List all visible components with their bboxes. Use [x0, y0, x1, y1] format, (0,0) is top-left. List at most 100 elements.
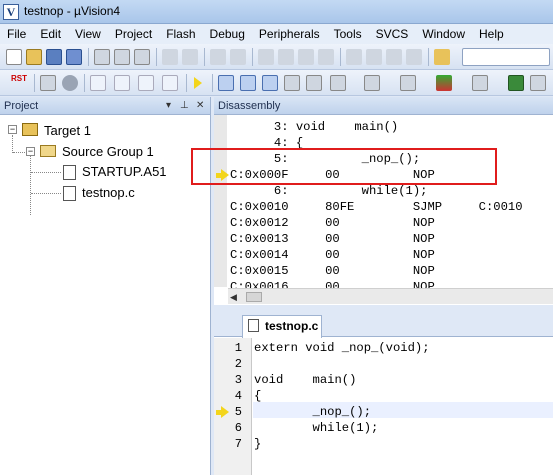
code-line[interactable]: {: [254, 388, 261, 404]
title-bar: V testnop - µVision4: [0, 0, 553, 24]
step-out-icon[interactable]: [138, 75, 154, 91]
registers-window-icon[interactable]: [284, 75, 300, 91]
save-all-icon[interactable]: [66, 49, 82, 65]
collapse-group-icon[interactable]: −: [26, 147, 35, 156]
nav-forward-icon[interactable]: [230, 49, 246, 65]
system-viewer-icon[interactable]: [508, 75, 524, 91]
disassembly-line[interactable]: 6: while(1);: [230, 183, 428, 199]
reset-icon[interactable]: RST: [8, 75, 30, 91]
disassembly-line[interactable]: C:0x0013 00 NOP: [230, 231, 435, 247]
find-in-files-icon[interactable]: [434, 49, 450, 65]
close-icon[interactable]: ✕: [196, 97, 204, 115]
menu-project[interactable]: Project: [108, 24, 159, 44]
clear-bookmarks-icon[interactable]: [318, 49, 334, 65]
editor-pane: testnop.c 1 extern void _nop_(void); 2 3 voi…: [214, 311, 553, 475]
logic-analyzer-icon[interactable]: [436, 75, 452, 91]
disassembly-pane-header: Disassembly: [214, 97, 553, 115]
nav-back-icon[interactable]: [210, 49, 226, 65]
debug-toolbar: RST: [0, 70, 553, 96]
line-number: 2: [234, 357, 242, 371]
find-combo[interactable]: [462, 48, 550, 66]
step-over-icon[interactable]: [114, 75, 130, 91]
show-next-statement-icon[interactable]: [194, 77, 202, 89]
menu-window[interactable]: Window: [415, 24, 472, 44]
prev-bookmark-icon[interactable]: [278, 49, 294, 65]
stop-icon[interactable]: [62, 75, 78, 91]
toolbox-icon[interactable]: [530, 75, 546, 91]
reset-label: RST: [11, 74, 27, 83]
disassembly-title: Disassembly: [218, 100, 281, 112]
copy-icon[interactable]: [114, 49, 130, 65]
symbols-window-icon[interactable]: [262, 75, 278, 91]
asm-file-icon: [63, 165, 76, 180]
tab-testnop-c[interactable]: testnop.c: [242, 315, 322, 338]
step-icon[interactable]: [90, 75, 106, 91]
next-bookmark-icon[interactable]: [298, 49, 314, 65]
line-number: 6: [234, 421, 242, 435]
disassembly-line[interactable]: C:0x0015 00 NOP: [230, 263, 435, 279]
pin-icon[interactable]: ⊥: [180, 97, 189, 115]
line-number: 5: [234, 405, 242, 419]
new-file-icon[interactable]: [6, 49, 22, 65]
code-line[interactable]: void main(): [254, 372, 356, 388]
command-window-icon[interactable]: [218, 75, 234, 91]
c-file-icon: [248, 319, 259, 332]
editor-tab-bar: testnop.c: [214, 311, 553, 338]
menu-view[interactable]: View: [68, 24, 108, 44]
uncomment-icon[interactable]: [406, 49, 422, 65]
project-pane-header: Project ▾ ⊥ ✕: [0, 97, 210, 115]
disassembly-line[interactable]: C:0x0012 00 NOP: [230, 215, 435, 231]
disassembly-line[interactable]: C:0x0010 80FE SJMP C:0010: [230, 199, 523, 215]
watch-window-icon[interactable]: [330, 75, 346, 91]
run-icon[interactable]: [40, 75, 56, 91]
line-number: 3: [234, 373, 242, 387]
run-to-cursor-icon[interactable]: [162, 75, 178, 91]
undo-icon[interactable]: [162, 49, 178, 65]
comment-icon[interactable]: [386, 49, 402, 65]
trace-window-icon[interactable]: [472, 75, 488, 91]
code-line[interactable]: while(1);: [254, 420, 379, 436]
tab-label: testnop.c: [265, 319, 319, 333]
bookmark-icon[interactable]: [258, 49, 274, 65]
menu-svcs[interactable]: SVCS: [369, 24, 416, 44]
horizontal-scrollbar[interactable]: ◀: [228, 288, 553, 304]
menu-edit[interactable]: Edit: [33, 24, 68, 44]
disassembly-line[interactable]: C:0x0014 00 NOP: [230, 247, 435, 263]
cut-icon[interactable]: [94, 49, 110, 65]
save-icon[interactable]: [46, 49, 62, 65]
open-folder-icon[interactable]: [26, 49, 42, 65]
serial-window-icon[interactable]: [400, 75, 416, 91]
pane-menu-icon[interactable]: ▾: [166, 97, 171, 115]
tree-item-file[interactable]: STARTUP.A51: [82, 162, 167, 182]
tree-item-file[interactable]: testnop.c: [82, 183, 135, 203]
code-line[interactable]: }: [254, 436, 261, 452]
redo-icon[interactable]: [182, 49, 198, 65]
collapse-target-icon[interactable]: −: [8, 125, 17, 134]
menu-peripherals[interactable]: Peripherals: [252, 24, 327, 44]
menu-debug[interactable]: Debug: [203, 24, 252, 44]
menu-flash[interactable]: Flash: [159, 24, 202, 44]
app-icon: V: [3, 4, 19, 20]
c-file-icon: [63, 186, 76, 201]
scroll-thumb[interactable]: [246, 292, 262, 302]
menu-file[interactable]: File: [0, 24, 33, 44]
tree-item-source-group[interactable]: Source Group 1: [62, 142, 154, 162]
disassembly-line[interactable]: 3: void main(): [230, 119, 398, 135]
disassembly-window-icon[interactable]: [240, 75, 256, 91]
paste-icon[interactable]: [134, 49, 150, 65]
scroll-left-icon[interactable]: ◀: [230, 292, 237, 303]
memory-window-icon[interactable]: [364, 75, 380, 91]
unindent-icon[interactable]: [366, 49, 382, 65]
file-toolbar: [0, 44, 553, 70]
menu-bar: File Edit View Project Flash Debug Perip…: [0, 24, 553, 44]
tree-item-target[interactable]: Target 1: [44, 121, 91, 141]
code-line[interactable]: _nop_();: [254, 404, 372, 420]
indent-icon[interactable]: [346, 49, 362, 65]
current-statement-arrow-icon: [221, 406, 229, 418]
line-number: 7: [234, 437, 242, 451]
call-stack-icon[interactable]: [306, 75, 322, 91]
menu-tools[interactable]: Tools: [327, 24, 369, 44]
menu-help[interactable]: Help: [472, 24, 511, 44]
code-line[interactable]: extern void _nop_(void);: [254, 340, 430, 356]
project-pane: Project ▾ ⊥ ✕ − Target 1 − Source Group …: [0, 97, 211, 475]
